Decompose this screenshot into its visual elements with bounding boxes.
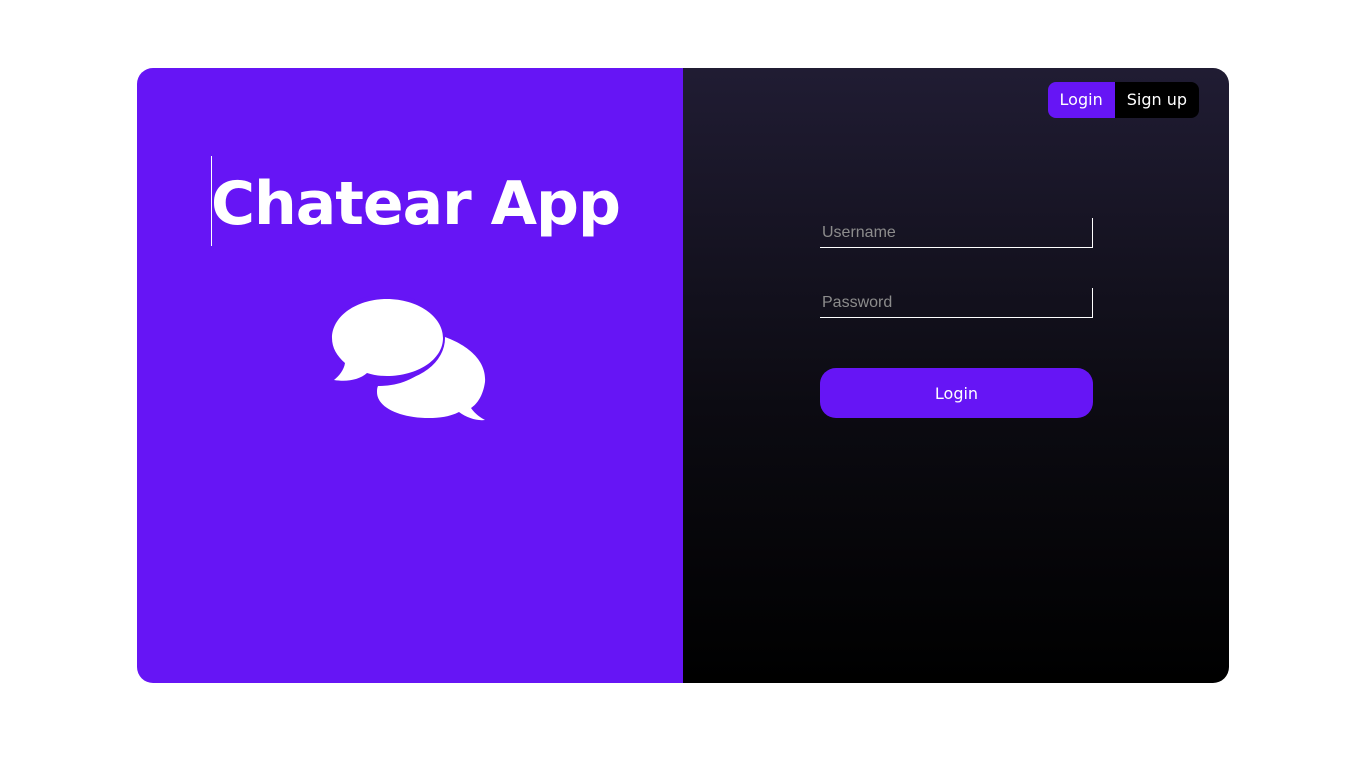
username-input[interactable] — [820, 218, 1093, 248]
tab-login[interactable]: Login — [1047, 82, 1115, 118]
login-button[interactable]: Login — [820, 368, 1093, 418]
app-title: Chatear App — [211, 169, 621, 239]
password-input[interactable] — [820, 288, 1093, 318]
auth-panel: Login Sign up Login — [683, 68, 1229, 683]
chat-bubbles-icon — [331, 296, 486, 421]
tab-signup[interactable]: Sign up — [1114, 82, 1199, 118]
brand-panel: Chatear App — [137, 68, 683, 683]
login-card: Chatear App Login Sign up Login — [137, 68, 1229, 683]
auth-tab-switch: Login Sign up — [1047, 82, 1199, 118]
